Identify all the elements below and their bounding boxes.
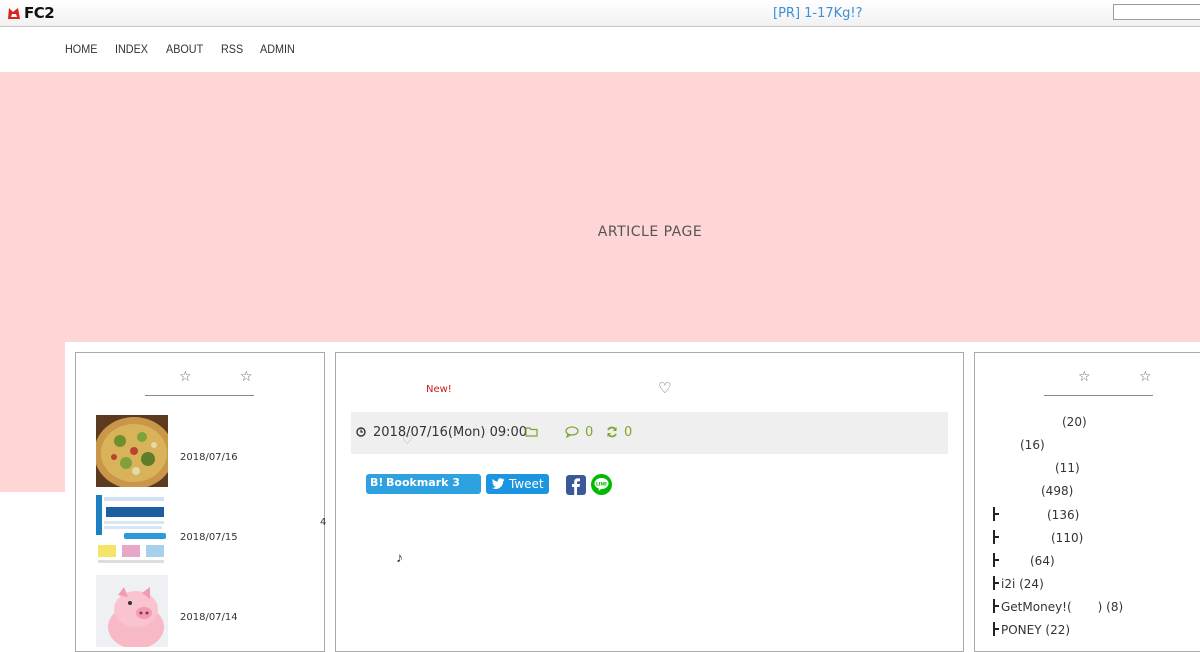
entry-date: 2018/07/16: [180, 452, 238, 463]
fc2-logo[interactable]: FC2: [6, 4, 55, 22]
star-icon: ☆: [1139, 368, 1152, 384]
global-nav: HOME INDEX ABOUT RSS ADMIN: [0, 27, 1200, 72]
article-meta: 2018/07/16(Mon) 09:00 ♡ 0 0: [351, 412, 948, 454]
entry-date: 2018/07/15: [180, 532, 238, 543]
entry-thumbnail-pizza[interactable]: [96, 415, 168, 487]
subcategory-link[interactable]: i2i (24): [993, 576, 1044, 591]
comment-count[interactable]: 0: [585, 425, 593, 440]
subcategory-link[interactable]: (64): [993, 553, 1055, 568]
svg-text:LINE: LINE: [596, 481, 607, 487]
tree-branch-icon: [993, 576, 999, 590]
header-banner-edge: [0, 342, 65, 492]
tree-branch-icon: [993, 530, 999, 544]
tree-branch-icon: [993, 622, 999, 636]
stray-count: 4: [320, 517, 327, 528]
entry-thumbnail-shopping-banner[interactable]: [96, 495, 168, 567]
fc2-fox-icon: [8, 8, 20, 19]
tree-branch-icon: [993, 599, 999, 613]
category-link[interactable]: (20): [1062, 415, 1087, 429]
right-sidebar: ☆ ☆ (20) (16) (11) (498) (136) (110) (64…: [974, 352, 1200, 652]
clock-icon: [356, 427, 366, 437]
new-badge: New!: [426, 384, 452, 395]
heart-icon: ♡: [658, 380, 672, 397]
heart-icon: ♡: [402, 433, 413, 447]
twitter-bird-icon: [492, 478, 505, 489]
trackback-icon[interactable]: [606, 426, 618, 438]
star-icon: ☆: [179, 368, 192, 384]
left-sidebar: ☆ ☆ 2018/07/16 2018/07/15 2018/07/14: [75, 352, 325, 652]
folder-icon[interactable]: [525, 426, 538, 437]
fc2-logo-text: FC2: [24, 4, 55, 22]
category-link[interactable]: (16): [1020, 438, 1045, 452]
article-box: New! ♡ 2018/07/16(Mon) 09:00 ♡ 0 0 B! Bo…: [335, 352, 964, 652]
facebook-share-icon[interactable]: [566, 475, 586, 495]
nav-about[interactable]: ABOUT: [166, 42, 203, 56]
nav-rss[interactable]: RSS: [221, 42, 243, 56]
nav-admin[interactable]: ADMIN: [260, 42, 295, 56]
fc2-search-input[interactable]: [1113, 4, 1200, 20]
line-share-icon[interactable]: LINE: [591, 474, 612, 495]
entry-thumbnail-pink-pig[interactable]: [96, 575, 168, 647]
page-title: ARTICLE PAGE: [597, 224, 703, 240]
nav-index[interactable]: INDEX: [115, 42, 148, 56]
star-icon: ☆: [240, 368, 253, 384]
subcategory-link[interactable]: GetMoney!() (8): [993, 599, 1123, 614]
article-date: 2018/07/16(Mon) 09:00: [373, 425, 528, 440]
tree-branch-icon: [993, 507, 999, 521]
hatena-bookmark-button[interactable]: B! Bookmark 3: [366, 474, 481, 494]
tweet-button[interactable]: Tweet: [486, 474, 549, 494]
music-note-icon: ♪: [396, 549, 403, 565]
pr-link[interactable]: [PR] 1-17Kg!?: [773, 6, 863, 21]
category-link[interactable]: (498): [1041, 484, 1073, 498]
left-sidebar-heading: ☆ ☆: [145, 367, 254, 396]
recent-entry[interactable]: 2018/07/15: [96, 495, 296, 567]
subcategory-link[interactable]: (136): [993, 507, 1079, 522]
nav-home[interactable]: HOME: [65, 42, 97, 56]
header-banner: ARTICLE PAGE: [0, 72, 1200, 342]
recent-entry[interactable]: 2018/07/14: [96, 575, 296, 647]
star-icon: ☆: [1078, 368, 1091, 384]
right-sidebar-heading: ☆ ☆: [1044, 367, 1153, 396]
hatena-b-icon: B!: [370, 476, 384, 489]
tree-branch-icon: [993, 553, 999, 567]
subcategory-link[interactable]: (110): [993, 530, 1083, 545]
comment-icon[interactable]: [565, 426, 579, 438]
hatena-bookmark-label: Bookmark 3: [386, 476, 460, 489]
recent-entry[interactable]: 2018/07/16: [96, 415, 296, 487]
trackback-count[interactable]: 0: [624, 425, 632, 440]
category-link[interactable]: (11): [1055, 461, 1080, 475]
fc2-toolbar: FC2 [PR] 1-17Kg!?: [0, 0, 1200, 27]
entry-date: 2018/07/14: [180, 612, 238, 623]
tweet-label: Tweet: [509, 477, 544, 491]
